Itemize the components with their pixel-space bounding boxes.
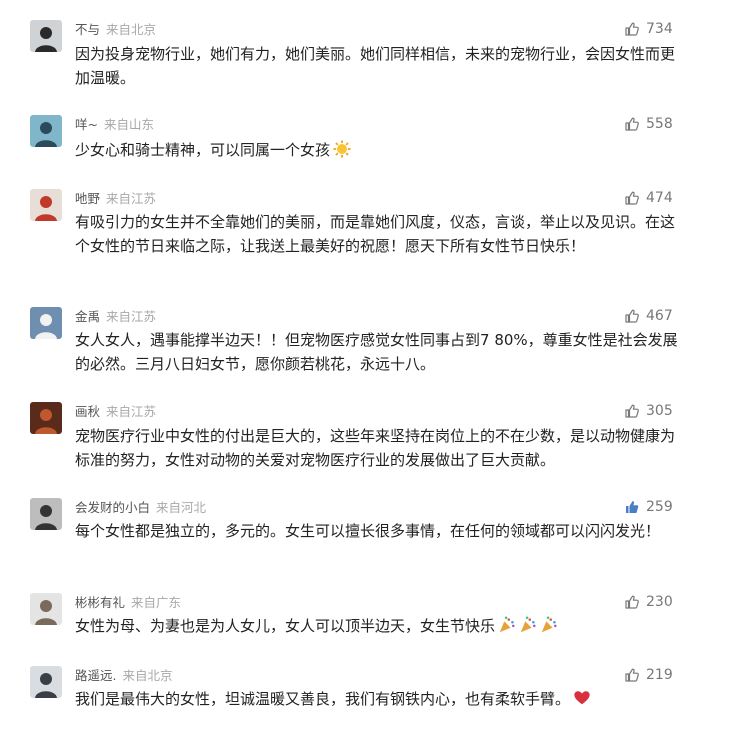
username[interactable]: 画秋 <box>75 404 100 419</box>
comment-meta: 会发财的小白 来自河北 <box>75 500 206 516</box>
avatar[interactable] <box>30 498 62 530</box>
comment-body: 女人女人，遇事能撑半边天！！但宠物医疗感觉女性同事占到7 80%，尊重女性是社会… <box>75 331 678 373</box>
like-button[interactable]: 467 <box>624 306 704 326</box>
comment-meta: 咩~ 来自山东 <box>75 117 154 133</box>
thumbs-up-icon <box>624 21 640 37</box>
comment-text: 女人女人，遇事能撑半边天！！但宠物医疗感觉女性同事占到7 80%，尊重女性是社会… <box>75 328 687 376</box>
red-heart-emoji <box>573 690 591 708</box>
like-count: 305 <box>646 403 673 419</box>
avatar[interactable] <box>30 593 62 625</box>
comment-meta: 吔野 来自江苏 <box>75 191 156 207</box>
like-count: 219 <box>646 667 673 683</box>
like-button[interactable]: 558 <box>624 114 704 134</box>
thumbs-up-icon <box>624 594 640 610</box>
thumbs-up-icon <box>624 190 640 206</box>
username[interactable]: 金禹 <box>75 309 100 324</box>
avatar[interactable] <box>30 402 62 434</box>
comment-meta: 画秋 来自江苏 <box>75 404 156 420</box>
location-label: 来自江苏 <box>106 404 157 419</box>
thumbs-up-icon <box>624 116 640 132</box>
like-count: 734 <box>646 21 673 37</box>
comment-meta: 金禹 来自江苏 <box>75 309 156 325</box>
like-button[interactable]: 230 <box>624 592 704 612</box>
party-popper-emoji <box>540 616 558 635</box>
username[interactable]: 彬彬有礼 <box>75 595 125 610</box>
comment-text: 因为投身宠物行业，她们有力，她们美丽。她们同样相信，未来的宠物行业，会因女性而更… <box>75 42 687 90</box>
location-label: 来自江苏 <box>106 309 157 324</box>
like-button[interactable]: 474 <box>624 188 704 208</box>
like-count: 474 <box>646 190 673 206</box>
location-label: 来自山东 <box>103 117 154 132</box>
avatar[interactable] <box>30 189 62 221</box>
sun-emoji <box>333 140 351 159</box>
avatar[interactable] <box>30 666 62 698</box>
thumbs-up-icon <box>624 667 640 683</box>
username[interactable]: 会发财的小白 <box>75 500 150 515</box>
location-label: 来自北京 <box>122 668 173 683</box>
thumbs-up-icon <box>624 403 640 419</box>
like-button[interactable]: 219 <box>624 665 704 685</box>
avatar[interactable] <box>30 20 62 52</box>
username[interactable]: 吔野 <box>75 191 100 206</box>
comment-text: 少女心和骑士精神，可以同属一个女孩 <box>75 138 687 162</box>
comment-meta: 彬彬有礼 来自广东 <box>75 595 181 611</box>
comment-body: 有吸引力的女生并不全靠她们的美丽，而是靠她们风度，仪态，言谈，举止以及见识。在这… <box>75 213 676 255</box>
avatar[interactable] <box>30 307 62 339</box>
comment-text: 女性为母、为妻也是为人女儿，女人可以顶半边天，女生节快乐 <box>75 614 687 638</box>
comment-body: 宠物医疗行业中女性的付出是巨大的，这些年来坚持在岗位上的不在少数，是以动物健康为… <box>75 427 676 469</box>
comment-text: 我们是最伟大的女性，坦诚温暖又善良，我们有钢铁内心，也有柔软手臂。 <box>75 687 687 711</box>
party-popper-emoji <box>498 616 516 635</box>
comment-meta: 不与 来自北京 <box>75 22 156 38</box>
username[interactable]: 路遥远. <box>75 668 116 683</box>
avatar[interactable] <box>30 115 62 147</box>
location-label: 来自河北 <box>156 500 207 515</box>
comment-text: 每个女性都是独立的，多元的。女生可以擅长很多事情，在任何的领域都可以闪闪发光！ <box>75 519 687 543</box>
like-count: 467 <box>646 308 673 324</box>
username[interactable]: 不与 <box>75 22 100 37</box>
location-label: 来自广东 <box>131 595 182 610</box>
comment-body: 每个女性都是独立的，多元的。女生可以擅长很多事情，在任何的领域都可以闪闪发光！ <box>75 522 661 540</box>
location-label: 来自北京 <box>106 22 157 37</box>
comment-body: 女性为母、为妻也是为人女儿，女人可以顶半边天，女生节快乐 <box>75 617 496 635</box>
like-button[interactable]: 305 <box>624 401 704 421</box>
comment-meta: 路遥远. 来自北京 <box>75 668 173 684</box>
comment-text: 宠物医疗行业中女性的付出是巨大的，这些年来坚持在岗位上的不在少数，是以动物健康为… <box>75 424 687 472</box>
username[interactable]: 咩~ <box>75 117 98 132</box>
thumbs-up-icon <box>624 308 640 324</box>
comment-body: 我们是最伟大的女性，坦诚温暖又善良，我们有钢铁内心，也有柔软手臂。 <box>75 690 571 708</box>
location-label: 来自江苏 <box>106 191 157 206</box>
like-count: 558 <box>646 116 673 132</box>
like-count: 230 <box>646 594 673 610</box>
like-button[interactable]: 734 <box>624 19 704 39</box>
comment-text: 有吸引力的女生并不全靠她们的美丽，而是靠她们风度，仪态，言谈，举止以及见识。在这… <box>75 210 687 258</box>
like-button[interactable]: 259 <box>624 497 704 517</box>
comment-body: 少女心和骑士精神，可以同属一个女孩 <box>75 141 331 159</box>
thumbs-up-icon <box>624 499 640 515</box>
comment-body: 因为投身宠物行业，她们有力，她们美丽。她们同样相信，未来的宠物行业，会因女性而更… <box>75 45 676 87</box>
like-count: 259 <box>646 499 673 515</box>
party-popper-emoji <box>519 616 537 635</box>
